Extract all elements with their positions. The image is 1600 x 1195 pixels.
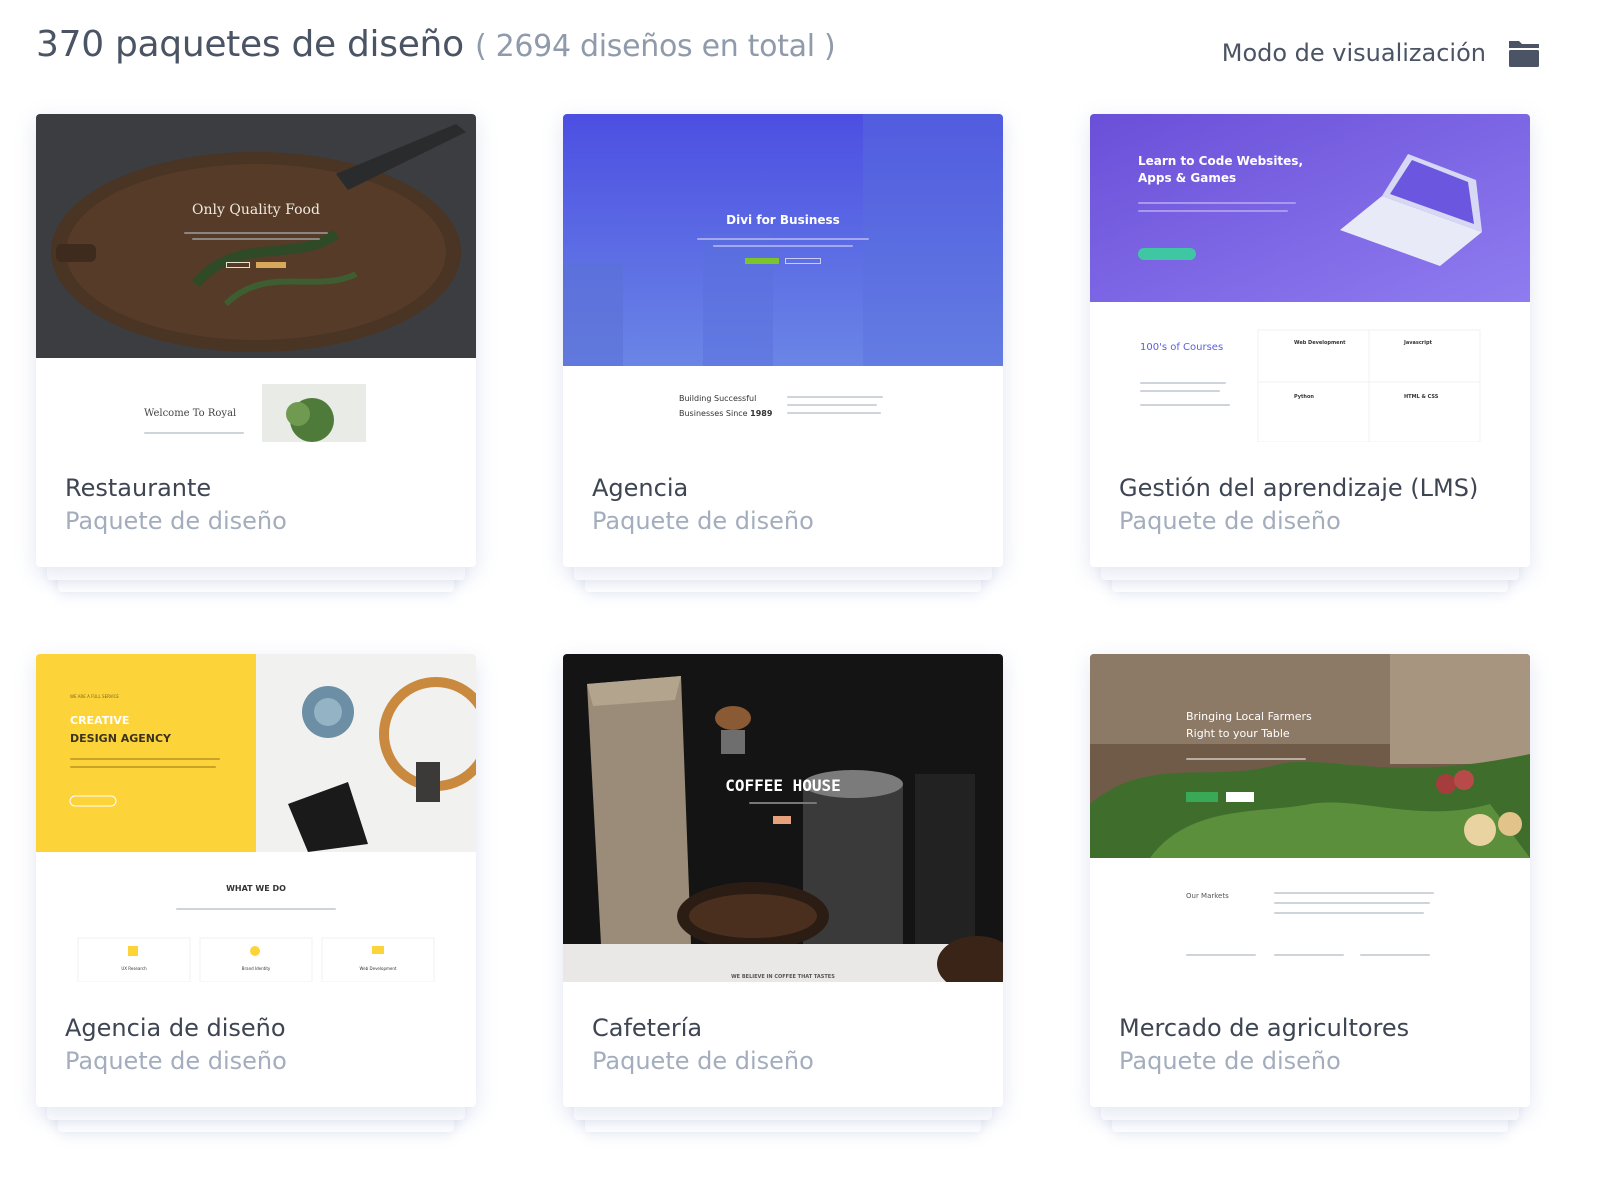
layout-name: Mercado de agricultores [1119,1014,1410,1042]
preview-text-line [184,232,328,234]
layout-name: Cafetería [592,1014,703,1042]
preview-hero-line: DESIGN AGENCY [70,732,172,745]
preview-section-line: Building Successful [679,394,757,403]
preview-service: Web Development [359,966,397,971]
preview-service: Brand Identity [241,966,271,971]
layout-card[interactable]: Learn to Code Websites, Apps & Games 100… [1090,114,1530,567]
farmers-market-preview [1090,654,1530,982]
preview-text-line [787,396,883,398]
preview-text-line [1274,912,1424,914]
total-layouts-count: ( 2694 diseños en total ) [474,29,836,64]
preview-section-title: Our Markets [1186,892,1229,900]
layout-card[interactable]: Divi for Business Building Successful Bu… [563,114,1003,567]
folder-icon[interactable] [1508,38,1540,68]
page-title: 370 paquetes de diseño ( 2694 diseños en… [36,24,836,65]
preview-text-line [192,238,320,240]
preview-service: UX Research [121,966,147,971]
preview-text-line [787,404,877,406]
layout-type: Paquete de diseño [592,1047,814,1075]
preview-text-line [1140,382,1226,384]
layout-type: Paquete de diseño [1119,507,1341,535]
layout-card-coffee[interactable]: COFFEE HOUSE WE BELIEVE IN COFFEE THAT T… [563,654,1003,1132]
preview-text-line [144,432,244,434]
agency-preview [563,114,1003,442]
preview-text-line [1274,954,1344,956]
preview-eyebrow: WE ARE A FULL SERVICE [70,694,119,699]
preview-text-line [1186,758,1306,760]
restaurant-preview [36,114,476,442]
layout-pack-count: 370 paquetes de diseño [36,24,464,65]
coffee-preview [563,654,1003,982]
layout-name: Agencia [592,474,689,502]
layout-name: Agencia de diseño [65,1014,286,1042]
preview-text-line [70,766,216,768]
page-header: 370 paquetes de diseño ( 2694 diseños en… [36,18,1540,78]
preview-text-line [1140,390,1220,392]
preview-hero-line: CREATIVE [70,714,130,727]
layout-type: Paquete de diseño [65,1047,287,1075]
layout-thumbnail[interactable]: COFFEE HOUSE WE BELIEVE IN COFFEE THAT T… [563,654,1003,982]
preview-course: Python [1294,394,1314,400]
preview-course: Javascript [1404,340,1432,346]
layout-thumbnail[interactable]: Divi for Business Building Successful Bu… [563,114,1003,442]
preview-hero-line: Learn to Code Websites, [1138,154,1304,168]
preview-text-line [1138,210,1288,212]
preview-hero-line: Apps & Games [1138,171,1237,185]
layout-thumbnail[interactable]: WE ARE A FULL SERVICE CREATIVE DESIGN AG… [36,654,476,982]
preview-course: Web Development [1294,340,1346,346]
layout-card-agency[interactable]: Divi for Business Building Successful Bu… [563,114,1003,592]
layout-type: Paquete de diseño [1119,1047,1341,1075]
preview-text-line [1274,902,1430,904]
preview-text-line [713,245,853,247]
preview-text-line [176,908,336,910]
preview-hero-line: Right to your Table [1186,727,1290,740]
layout-type: Paquete de diseño [65,507,287,535]
layout-card[interactable]: Only Quality Food Welcome To Royal Resta… [36,114,476,567]
layout-card-design-agency[interactable]: WE ARE A FULL SERVICE CREATIVE DESIGN AG… [36,654,476,1132]
layout-card-restaurant[interactable]: Only Quality Food Welcome To Royal Resta… [36,114,476,592]
preview-text-line [70,758,220,760]
preview-section-title: Welcome To Royal [144,408,237,419]
preview-hero-title: COFFEE HOUSE [725,776,841,795]
layout-card-farmers-market[interactable]: Bringing Local Farmers Right to your Tab… [1090,654,1530,1132]
view-mode-toggle[interactable]: Modo de visualización [1222,38,1540,68]
preview-text-line [1138,202,1296,204]
preview-button [226,262,250,268]
preview-section-title: 100's of Courses [1140,342,1224,353]
preview-course: HTML & CSS [1404,394,1439,400]
layout-card[interactable]: WE ARE A FULL SERVICE CREATIVE DESIGN AG… [36,654,476,1107]
preview-text-line [1140,404,1230,406]
preview-hero-title: Only Quality Food [192,202,320,218]
preview-text-line [697,238,869,240]
layout-name: Gestión del aprendizaje (LMS) [1119,474,1479,502]
layout-name: Restaurante [65,474,212,502]
preview-strip-text: WE BELIEVE IN COFFEE THAT TASTES [731,974,835,980]
preview-button [785,258,821,264]
preview-text-line [1360,954,1430,956]
view-mode-label: Modo de visualización [1221,39,1486,67]
preview-text-line [787,412,881,414]
preview-hero-line: Bringing Local Farmers [1186,710,1312,723]
preview-text-line [1274,892,1434,894]
layout-card[interactable]: COFFEE HOUSE WE BELIEVE IN COFFEE THAT T… [563,654,1003,1107]
preview-button [256,262,286,268]
layout-thumbnail[interactable]: Bringing Local Farmers Right to your Tab… [1090,654,1530,982]
layout-card-lms[interactable]: Learn to Code Websites, Apps & Games 100… [1090,114,1530,592]
preview-hero-title: Divi for Business [726,213,840,227]
design-agency-preview [36,654,476,982]
preview-section-title: WHAT WE DO [226,884,286,893]
preview-section-line: Businesses Since [679,409,748,418]
preview-text-line [1186,954,1256,956]
layout-card[interactable]: Bringing Local Farmers Right to your Tab… [1090,654,1530,1107]
preview-section-year: 1989 [750,409,773,418]
preview-text-line [749,802,817,804]
preview-button [745,258,779,264]
layout-thumbnail[interactable]: Only Quality Food Welcome To Royal [36,114,476,442]
layout-thumbnail[interactable]: Learn to Code Websites, Apps & Games 100… [1090,114,1530,442]
layout-type: Paquete de diseño [592,507,814,535]
